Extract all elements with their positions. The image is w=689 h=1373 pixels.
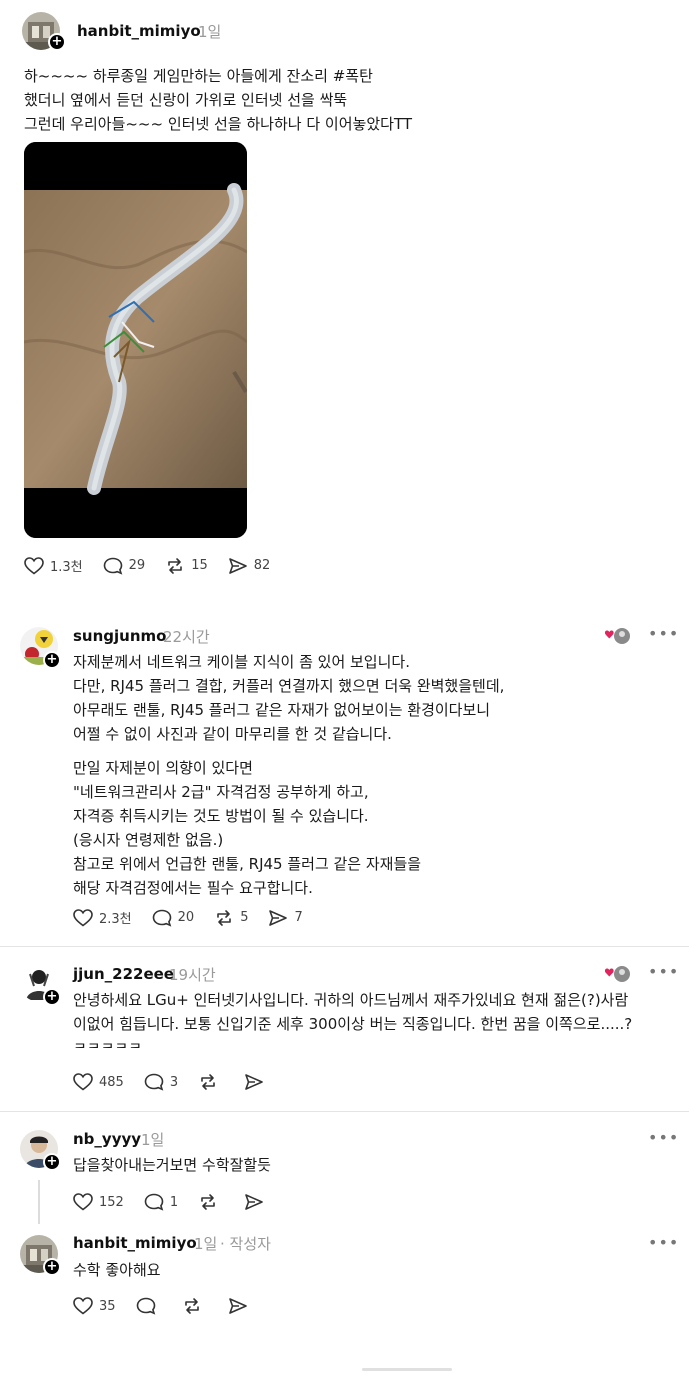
post-text: 하~~~~ 하루종일 게임만하는 아들에게 잔소리 #폭탄 했더니 옆에서 듣던…	[24, 67, 412, 133]
follow-plus-icon[interactable]: +	[43, 1153, 61, 1171]
share-icon	[245, 1194, 263, 1210]
follow-plus-icon[interactable]: +	[43, 1258, 61, 1276]
reply-comment-count: 3	[169, 1074, 179, 1090]
post-image[interactable]	[24, 142, 247, 538]
reply-text: 수학 좋아해요	[73, 1261, 161, 1279]
post-share-button[interactable]: 82	[228, 557, 271, 575]
comment-icon	[136, 1297, 155, 1315]
share-icon	[245, 1074, 263, 1090]
follow-plus-icon[interactable]: +	[48, 33, 66, 51]
comment-icon	[152, 909, 171, 927]
reply-comment-button[interactable]	[136, 1297, 162, 1315]
reply-comment-button[interactable]: 3	[144, 1073, 178, 1091]
post-comment-count: 29	[128, 558, 146, 573]
post-repost-button[interactable]: 15	[165, 557, 208, 575]
reply-text: 안녕하세요 LGu+ 인터넷기사입니다. 귀하의 아드님께서 재주가있네요 현재…	[73, 991, 633, 1048]
divider	[0, 1111, 689, 1112]
reply-repost-count: 5	[240, 910, 249, 925]
reply-like-button[interactable]: 2.3천	[73, 908, 132, 927]
heart-icon	[73, 1193, 93, 1211]
repost-icon	[184, 1298, 199, 1314]
reply-like-count: 152	[99, 1194, 124, 1210]
more-icon[interactable]: •••	[648, 1233, 679, 1252]
comment-icon	[144, 1073, 164, 1091]
reply-username[interactable]: jjun_222eee	[73, 965, 174, 983]
repost-icon	[217, 909, 231, 926]
heart-icon	[73, 1297, 93, 1315]
share-icon	[228, 1298, 247, 1314]
more-icon[interactable]: •••	[648, 624, 679, 643]
reply-share-button[interactable]	[228, 1297, 254, 1315]
follow-plus-icon[interactable]: +	[43, 988, 61, 1006]
reply-repost-button[interactable]: 5	[214, 909, 248, 927]
heart-icon	[24, 556, 44, 575]
reply-username[interactable]: hanbit_mimiyo	[73, 1234, 197, 1252]
share-icon	[269, 909, 288, 926]
reply-like-button[interactable]: 152	[73, 1193, 124, 1211]
post-like-button[interactable]: 1.3천	[24, 556, 83, 575]
reply-like-count: 2.3천	[99, 912, 132, 927]
reply-repost-button[interactable]	[198, 1193, 224, 1211]
reply-time: 19시간	[169, 966, 216, 984]
share-icon	[228, 557, 247, 574]
heart-icon	[73, 908, 93, 927]
post-like-count: 1.3천	[50, 560, 83, 575]
post-repost-count: 15	[191, 558, 208, 573]
reply-share-button[interactable]	[244, 1073, 270, 1091]
reply-comment-count: 20	[177, 910, 195, 925]
reply-repost-button[interactable]	[182, 1297, 208, 1315]
reply-share-count: 7	[294, 910, 303, 925]
post-comment-button[interactable]: 29	[103, 557, 146, 575]
reply-like-button[interactable]: 485	[73, 1073, 124, 1091]
reply-time: 1일	[141, 1131, 165, 1149]
reply-share-button[interactable]	[244, 1193, 270, 1211]
post-share-count: 82	[253, 558, 271, 573]
reply-username[interactable]: nb_yyyy	[73, 1130, 141, 1148]
reply-text-2: 만일 자제분이 의향이 있다면 "네트워크관리사 2급" 자격검정 공부하게 하…	[73, 759, 422, 897]
repost-icon	[201, 1074, 215, 1090]
reply-like-count: 485	[99, 1074, 124, 1090]
reply-time: 1일	[194, 1235, 218, 1253]
reply-time: 22시간	[163, 628, 210, 646]
reply-text: 답을찾아내는거보면 수학잘할듯	[73, 1156, 271, 1174]
more-icon[interactable]: •••	[648, 962, 679, 981]
author-label: · 작성자	[220, 1235, 271, 1253]
scroll-indicator	[362, 1368, 452, 1371]
author-liked-badge	[603, 965, 631, 987]
reply-comment-button[interactable]: 1	[144, 1193, 178, 1211]
reply-share-button[interactable]: 7	[268, 909, 303, 927]
reply-comment-count: 1	[169, 1194, 179, 1210]
comment-icon	[144, 1193, 164, 1211]
repost-icon	[168, 557, 182, 574]
follow-plus-icon[interactable]: +	[43, 651, 61, 669]
post-time: 1일	[198, 23, 222, 41]
reply-comment-button[interactable]: 20	[152, 909, 195, 927]
divider	[0, 946, 689, 947]
reply-like-count: 35	[99, 1298, 116, 1314]
comment-icon	[103, 557, 122, 575]
author-liked-badge	[603, 627, 631, 649]
reply-repost-button[interactable]	[198, 1073, 224, 1091]
heart-icon	[73, 1073, 93, 1091]
post-username[interactable]: hanbit_mimiyo	[77, 22, 201, 40]
reply-text: 자제분께서 네트워크 케이블 지식이 좀 있어 보입니다. 다만, RJ45 플…	[73, 653, 505, 743]
more-icon[interactable]: •••	[648, 1128, 679, 1147]
thread-line	[38, 1180, 40, 1224]
reply-username[interactable]: sungjunmo	[73, 627, 166, 645]
reply-like-button[interactable]: 35	[73, 1297, 116, 1315]
repost-icon	[201, 1194, 215, 1210]
